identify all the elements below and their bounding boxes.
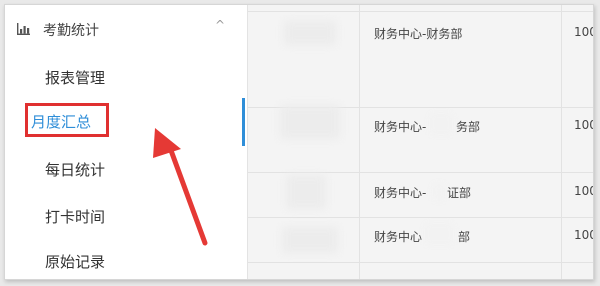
value-cell: 100 — [574, 228, 593, 242]
table-column-line — [561, 5, 562, 279]
sidebar-item-label: 打卡时间 — [45, 208, 106, 226]
blurred-name-cell — [286, 175, 326, 209]
value-cell: 100 — [574, 118, 593, 132]
active-indicator — [242, 98, 245, 146]
sidebar-item-clock-in-time[interactable]: 打卡时间 — [45, 206, 105, 227]
department-cell-tail: 部 — [458, 230, 471, 244]
table-column-line — [359, 5, 360, 279]
sidebar-group-header[interactable]: 考勤统计 ^ — [5, 5, 247, 51]
table-grid-line — [248, 172, 593, 173]
table-grid-line — [248, 262, 593, 263]
sidebar-item-daily-statistics[interactable]: 每日统计 — [45, 159, 105, 180]
value-cell: 100 — [574, 25, 593, 39]
screenshot-frame: 考勤统计 ^ 报表管理 月度汇总 每日统计 打卡时间 原始记录 财务中心-财务部… — [4, 4, 594, 280]
blurred-name-cell — [280, 105, 340, 139]
sidebar-item-label: 每日统计 — [45, 161, 106, 179]
department-cell: 财务中心 — [374, 230, 423, 244]
highlight-box — [25, 103, 109, 137]
blurred-name-cell — [284, 21, 336, 45]
blurred-name-cell — [282, 227, 338, 253]
sidebar-item-label: 报表管理 — [45, 69, 106, 87]
department-cell: 财务中心- — [374, 120, 427, 134]
department-cell-tail: 务部 — [456, 120, 481, 134]
sidebar-item-raw-records[interactable]: 原始记录 — [45, 251, 105, 272]
sidebar-item-report-management[interactable]: 报表管理 — [45, 67, 105, 88]
blurred-text — [429, 113, 453, 135]
table-grid-line — [248, 217, 593, 218]
caret-up-icon[interactable]: ^ — [215, 18, 225, 32]
blurred-text — [424, 223, 454, 245]
table-area: 财务中心-财务部 100 财务中心- 务部 100 财务中心- 证部 100 财… — [248, 5, 593, 279]
department-cell: 财务中心- — [374, 186, 427, 200]
blurred-text — [432, 183, 446, 201]
value-cell: 100 — [574, 184, 593, 198]
bar-chart-icon — [17, 23, 30, 35]
department-cell: 财务中心-财务部 — [374, 27, 463, 41]
table-grid-line — [248, 11, 593, 12]
sidebar: 考勤统计 ^ 报表管理 月度汇总 每日统计 打卡时间 原始记录 — [5, 5, 247, 279]
department-cell-tail: 证部 — [447, 186, 472, 200]
sidebar-item-label: 原始记录 — [45, 253, 106, 271]
sidebar-group-title: 考勤统计 — [43, 23, 99, 39]
